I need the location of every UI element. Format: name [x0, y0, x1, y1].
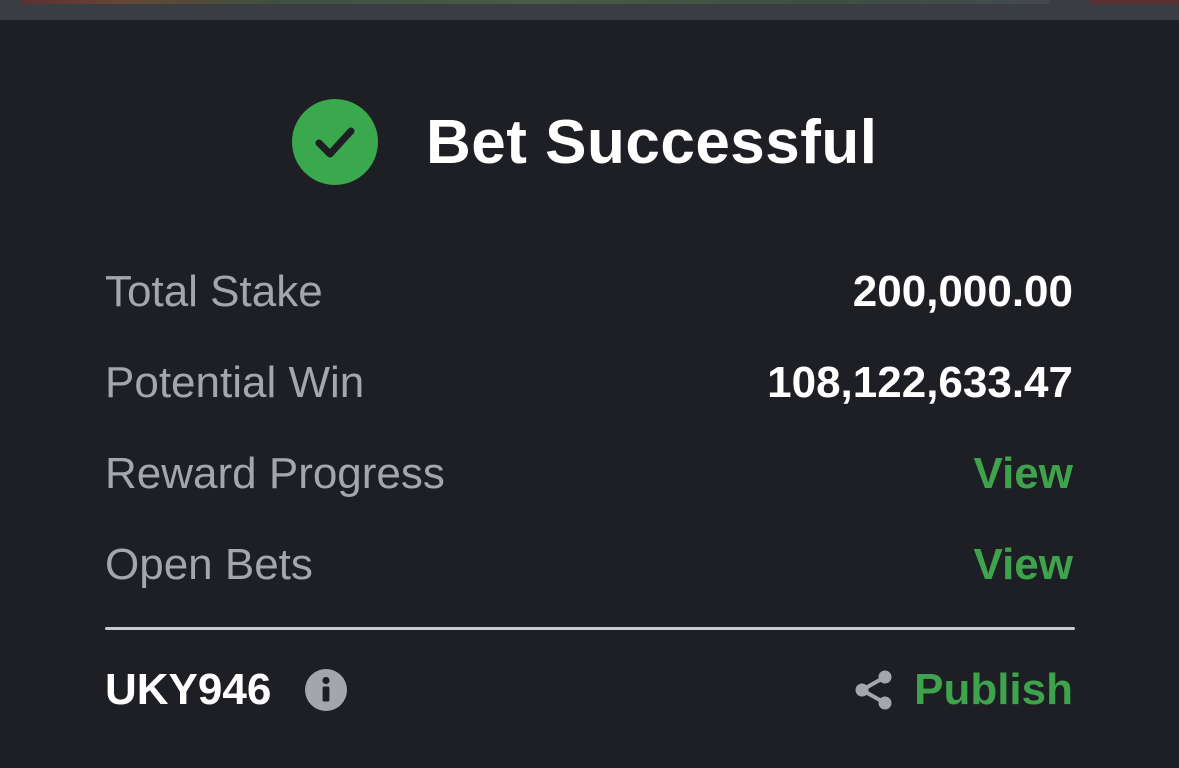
- share-icon: [855, 670, 892, 710]
- publish-label: Publish: [914, 665, 1073, 714]
- total-stake-row: Total Stake 200,000.00: [105, 262, 1073, 322]
- open-bets-label: Open Bets: [105, 540, 313, 589]
- potential-win-label: Potential Win: [105, 358, 365, 407]
- ticket-id-group: UKY946: [105, 665, 348, 715]
- total-stake-label: Total Stake: [105, 267, 323, 316]
- publish-button[interactable]: Publish: [852, 665, 1073, 715]
- open-bets-row: Open Bets View: [105, 535, 1073, 595]
- open-bets-view-link[interactable]: View: [974, 540, 1073, 590]
- info-icon[interactable]: [305, 669, 348, 711]
- potential-win-row: Potential Win 108,122,633.47: [105, 353, 1073, 413]
- reward-progress-row: Reward Progress View: [105, 444, 1073, 504]
- total-stake-value: 200,000.00: [852, 267, 1073, 316]
- status-header: Bet Successful: [292, 98, 878, 186]
- reward-progress-view-link[interactable]: View: [974, 449, 1073, 499]
- divider: [105, 627, 1075, 630]
- background-ticker-strip: [0, 0, 1179, 20]
- check-circle-icon: [292, 99, 378, 185]
- ticket-footer: UKY946 Publish: [105, 660, 1073, 720]
- ticket-id: UKY946: [105, 665, 272, 714]
- ticker-bar: [20, 0, 1050, 4]
- reward-progress-label: Reward Progress: [105, 449, 445, 498]
- status-title: Bet Successful: [426, 107, 878, 177]
- potential-win-value: 108,122,633.47: [767, 358, 1073, 407]
- ticker-bar-right: [1090, 0, 1179, 4]
